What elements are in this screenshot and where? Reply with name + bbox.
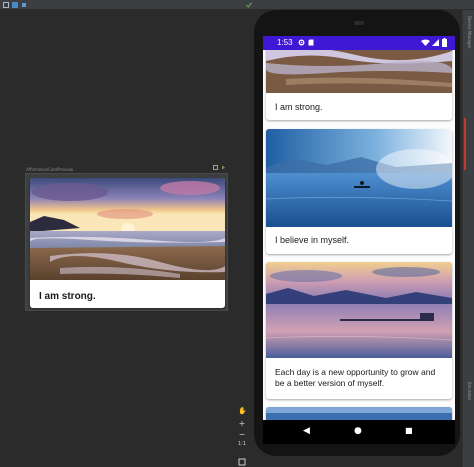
scroll-indicator[interactable]: [464, 118, 466, 170]
deploy-preview-icon[interactable]: [213, 165, 218, 170]
affirmation-card-2[interactable]: I believe in myself.: [266, 129, 452, 254]
zoom-in-button[interactable]: +: [238, 419, 246, 428]
signal-icon: [432, 39, 439, 46]
settings-icon: [298, 39, 305, 46]
front-camera: [354, 21, 364, 25]
ide-toolbar: [0, 0, 474, 10]
design-view-icon[interactable]: [12, 2, 18, 8]
preview-title: AffirmationCardPreview: [26, 167, 74, 172]
sd-card-icon: [308, 39, 314, 46]
wifi-icon: [421, 39, 430, 46]
status-time: 1:53: [277, 38, 293, 47]
side-tab-device-manager[interactable]: Device Manager: [467, 16, 472, 48]
affirmation-card-4[interactable]: [266, 407, 452, 420]
preview-card: I am strong.: [30, 178, 225, 308]
device-screen[interactable]: I am strong. I believe in myself. Each d…: [263, 36, 455, 420]
interactive-mode-icon[interactable]: [221, 165, 226, 170]
fit-screen-icon: [238, 458, 246, 466]
zoom-actual-size-button[interactable]: 1:1: [238, 441, 246, 449]
zoom-fit-button[interactable]: [238, 451, 246, 466]
home-button[interactable]: ●: [354, 426, 362, 436]
beach-sunset-image: [30, 178, 225, 280]
affirmation-text: I am strong.: [39, 291, 96, 302]
affirmation-card-1[interactable]: I am strong.: [266, 39, 452, 120]
lake-pier-sunset-image: [266, 262, 452, 358]
tool-window-strip: Device Manager Emulator: [462, 10, 474, 467]
affirmation-text: I am strong.: [275, 102, 323, 112]
pan-tool[interactable]: ✋: [238, 407, 247, 415]
lake-image: [266, 407, 452, 420]
check-icon: [246, 2, 252, 8]
battery-icon: [442, 38, 447, 47]
code-view-icon[interactable]: [21, 2, 27, 8]
navigation-bar: ◀ ● ■: [263, 420, 455, 444]
side-tab-emulator[interactable]: Emulator: [467, 382, 472, 400]
status-bar: 1:53: [263, 36, 455, 50]
recents-button[interactable]: ■: [405, 426, 413, 435]
lake-kayak-image: [266, 129, 452, 227]
affirmation-text: Each day is a new opportunity to grow an…: [275, 367, 436, 388]
affirmation-card-3[interactable]: Each day is a new opportunity to grow an…: [266, 262, 452, 399]
zoom-out-button[interactable]: −: [238, 430, 246, 439]
affirmation-text: I believe in myself.: [275, 235, 350, 245]
preview-frame: I am strong.: [25, 173, 228, 311]
split-view-icon[interactable]: [3, 2, 9, 8]
back-button[interactable]: ◀: [303, 426, 310, 436]
